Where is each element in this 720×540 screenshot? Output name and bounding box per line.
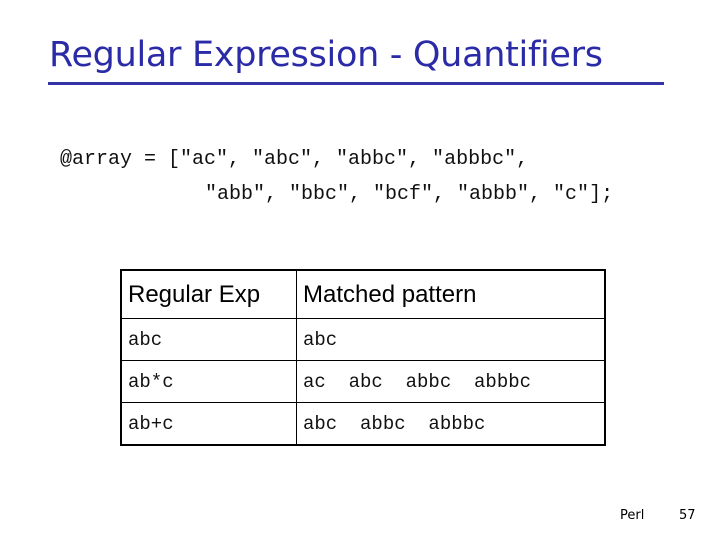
header-matched-pattern: Matched pattern <box>296 269 606 319</box>
header-regular-exp: Regular Exp <box>120 269 297 319</box>
matches-cell: abc abbc abbbc <box>296 402 606 446</box>
code-line-1: @array = ["ac", "abc", "abbc", "abbbc", <box>60 148 529 171</box>
table-row: ab*c ac abc abbc abbbc <box>120 360 606 403</box>
regex-cell: ab+c <box>120 402 297 446</box>
page-number: 57 <box>679 508 696 523</box>
matches-cell: abc <box>296 318 606 361</box>
title-underline <box>48 82 664 85</box>
regex-cell: ab*c <box>120 360 297 403</box>
table-row: abc abc <box>120 318 606 361</box>
regex-cell: abc <box>120 318 297 361</box>
slide-title: Regular Expression - Quantifiers <box>49 35 603 75</box>
table-header-row: Regular Exp Matched pattern <box>120 269 606 319</box>
quantifier-table: Regular Exp Matched pattern abc abc ab*c… <box>120 269 606 446</box>
table-row: ab+c abc abbc abbbc <box>120 402 606 446</box>
footer-label: Perl <box>620 508 645 523</box>
matches-cell: ac abc abbc abbbc <box>296 360 606 403</box>
code-line-2: "abb", "bbc", "bcf", "abbb", "c"]; <box>205 183 614 206</box>
